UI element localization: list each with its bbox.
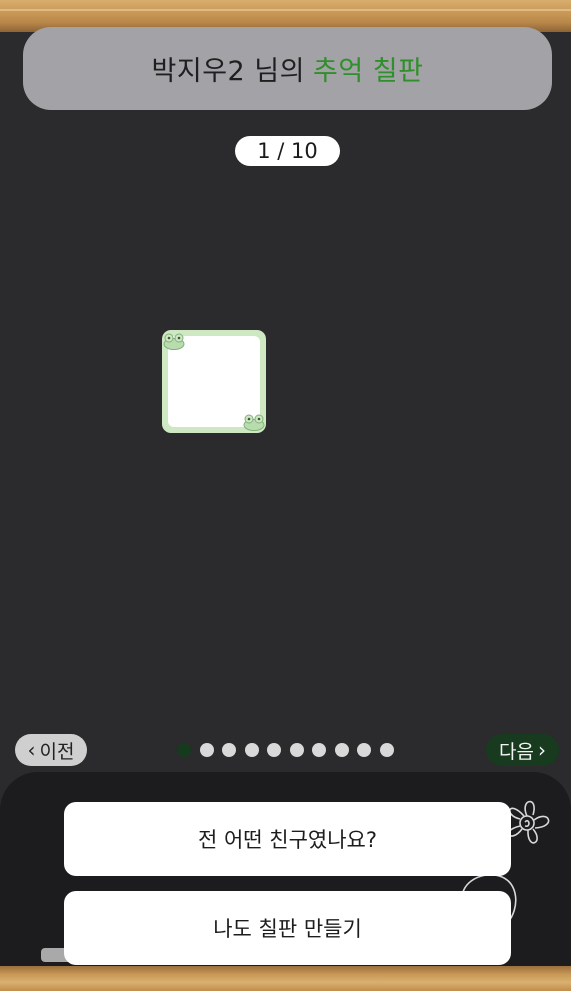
page-dot[interactable] bbox=[289, 743, 304, 757]
next-button[interactable]: 다음 › bbox=[486, 734, 559, 766]
frog-icon bbox=[243, 414, 265, 431]
who-was-i-button[interactable]: 전 어떤 친구였나요? bbox=[64, 802, 511, 876]
page-dot[interactable] bbox=[177, 743, 191, 757]
memo-card[interactable] bbox=[162, 330, 266, 433]
create-board-button[interactable]: 나도 칠판 만들기 bbox=[64, 891, 511, 965]
page-dot[interactable] bbox=[267, 743, 281, 757]
page-dot[interactable] bbox=[222, 743, 236, 757]
prev-label: 이전 bbox=[39, 740, 75, 763]
page-dot[interactable] bbox=[334, 743, 349, 757]
page-counter: 1 / 10 bbox=[235, 136, 340, 166]
title-owner: 박지우2 님의 bbox=[151, 56, 305, 87]
next-label: 다음 bbox=[499, 740, 534, 763]
page-dot[interactable] bbox=[244, 743, 259, 757]
page-dot[interactable] bbox=[199, 743, 214, 757]
page-dot[interactable] bbox=[357, 743, 371, 757]
title-accent: 추억 칠판 bbox=[313, 56, 424, 87]
frog-icon bbox=[163, 333, 185, 350]
chevron-left-icon: ‹ bbox=[27, 738, 36, 762]
pagination-dots bbox=[177, 743, 394, 757]
wood-frame-bottom bbox=[0, 966, 571, 991]
chevron-right-icon: › bbox=[537, 738, 546, 762]
page-title: 박지우2 님의 추억 칠판 bbox=[23, 27, 552, 110]
page-dot[interactable] bbox=[312, 743, 326, 757]
page-dot[interactable] bbox=[379, 743, 394, 757]
prev-button[interactable]: ‹ 이전 bbox=[15, 734, 87, 766]
